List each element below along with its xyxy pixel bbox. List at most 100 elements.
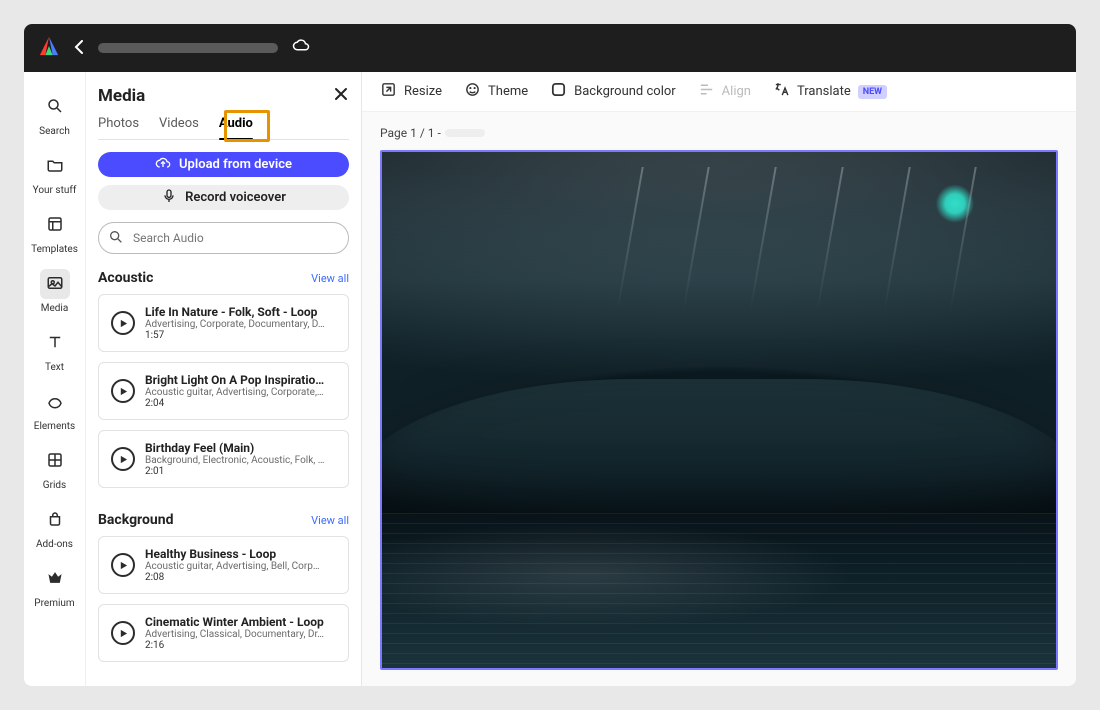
audio-track[interactable]: Birthday Feel (Main) Background, Electro… xyxy=(98,430,349,488)
tool-label: Align xyxy=(722,84,751,99)
media-panel: Media Photos Videos Audio Upload from de… xyxy=(86,72,362,686)
rail-item-addons[interactable]: Add-ons xyxy=(28,499,82,556)
track-duration: 2:04 xyxy=(145,398,325,409)
tab-audio[interactable]: Audio xyxy=(219,116,253,139)
tool-label: Resize xyxy=(404,84,442,99)
translate-icon xyxy=(773,81,790,102)
theme-icon xyxy=(464,81,481,102)
microphone-icon xyxy=(161,188,177,208)
track-title: Bright Light On A Pop Inspiratio… xyxy=(145,373,325,387)
rail-label: Your stuff xyxy=(33,185,77,196)
audio-track[interactable]: Cinematic Winter Ambient - Loop Advertis… xyxy=(98,604,349,662)
new-badge: NEW xyxy=(858,85,887,99)
canvas-viewport[interactable]: Page 1 / 1 - xyxy=(362,112,1076,686)
grids-icon xyxy=(46,451,64,472)
view-all-link[interactable]: View all xyxy=(311,514,349,527)
top-bar xyxy=(24,24,1076,72)
translate-tool[interactable]: Translate NEW xyxy=(773,81,887,102)
back-button[interactable] xyxy=(74,39,84,58)
track-title: Healthy Business - Loop xyxy=(145,547,325,561)
section-title: Acoustic xyxy=(98,270,153,286)
resize-icon xyxy=(380,81,397,102)
audio-track[interactable]: Bright Light On A Pop Inspiratio… Acoust… xyxy=(98,362,349,420)
track-duration: 2:01 xyxy=(145,466,324,477)
tab-photos[interactable]: Photos xyxy=(98,116,139,139)
rail-label: Premium xyxy=(34,598,74,609)
background-color-icon xyxy=(550,81,567,102)
rail-label: Grids xyxy=(43,480,66,491)
view-all-link[interactable]: View all xyxy=(311,272,349,285)
track-title: Cinematic Winter Ambient - Loop xyxy=(145,615,324,629)
left-rail: Search Your stuff Templates Media Text E… xyxy=(24,72,86,686)
play-button[interactable] xyxy=(111,379,135,403)
addons-icon xyxy=(46,510,64,531)
rail-label: Search xyxy=(39,126,70,137)
rail-label: Templates xyxy=(31,244,78,255)
audio-track[interactable]: Life In Nature - Folk, Soft - Loop Adver… xyxy=(98,294,349,352)
theme-tool[interactable]: Theme xyxy=(464,81,528,102)
text-icon xyxy=(46,333,64,354)
resize-tool[interactable]: Resize xyxy=(380,81,442,102)
close-icon[interactable] xyxy=(333,86,349,106)
search-icon xyxy=(46,97,64,118)
search-icon xyxy=(108,229,124,245)
page-indicator: Page 1 / 1 - xyxy=(380,126,1058,140)
canvas-image[interactable] xyxy=(382,152,1056,668)
track-duration: 2:08 xyxy=(145,572,325,583)
rail-item-search[interactable]: Search xyxy=(28,86,82,143)
play-button[interactable] xyxy=(111,621,135,645)
track-tags: Background, Electronic, Acoustic, Folk, … xyxy=(145,455,324,466)
rail-item-yourstuff[interactable]: Your stuff xyxy=(28,145,82,202)
track-tags: Acoustic guitar, Advertising, Corporate,… xyxy=(145,387,325,398)
app-logo-icon xyxy=(38,35,60,61)
rail-label: Elements xyxy=(34,421,75,432)
track-duration: 1:57 xyxy=(145,330,325,341)
tool-label: Background color xyxy=(574,84,676,99)
record-voiceover-button[interactable]: Record voiceover xyxy=(98,185,349,210)
play-button[interactable] xyxy=(111,311,135,335)
rail-item-grids[interactable]: Grids xyxy=(28,440,82,497)
rail-item-media[interactable]: Media xyxy=(28,263,82,320)
media-icon xyxy=(46,274,64,295)
background-color-tool[interactable]: Background color xyxy=(550,81,676,102)
align-icon xyxy=(698,81,715,102)
rail-item-premium[interactable]: Premium xyxy=(28,558,82,615)
play-button[interactable] xyxy=(111,553,135,577)
cloud-sync-icon[interactable] xyxy=(292,37,310,59)
rail-label: Add-ons xyxy=(36,539,73,550)
page-name-placeholder xyxy=(445,129,485,137)
canvas-frame[interactable] xyxy=(380,150,1058,670)
rail-item-templates[interactable]: Templates xyxy=(28,204,82,261)
templates-icon xyxy=(46,215,64,236)
document-title-placeholder[interactable] xyxy=(98,43,278,53)
upload-label: Upload from device xyxy=(179,157,292,172)
rail-label: Text xyxy=(45,362,64,373)
media-tabs: Photos Videos Audio xyxy=(98,116,349,140)
play-button[interactable] xyxy=(111,447,135,471)
elements-icon xyxy=(46,392,64,413)
align-tool: Align xyxy=(698,81,751,102)
rail-item-elements[interactable]: Elements xyxy=(28,381,82,438)
tool-label: Theme xyxy=(488,84,528,99)
record-label: Record voiceover xyxy=(185,190,286,205)
track-title: Birthday Feel (Main) xyxy=(145,441,324,455)
section-title: Background xyxy=(98,512,173,528)
canvas-area: Resize Theme Background color Align Tran… xyxy=(362,72,1076,686)
track-tags: Advertising, Classical, Documentary, Dr… xyxy=(145,629,324,640)
premium-icon xyxy=(46,569,64,590)
tool-label: Translate xyxy=(797,84,851,99)
rail-label: Media xyxy=(41,303,69,314)
panel-title: Media xyxy=(98,86,145,106)
upload-from-device-button[interactable]: Upload from device xyxy=(98,152,349,177)
track-tags: Acoustic guitar, Advertising, Bell, Corp… xyxy=(145,561,325,572)
track-duration: 2:16 xyxy=(145,640,324,651)
audio-track[interactable]: Healthy Business - Loop Acoustic guitar,… xyxy=(98,536,349,594)
main-area: Search Your stuff Templates Media Text E… xyxy=(24,72,1076,686)
canvas-toolbar: Resize Theme Background color Align Tran… xyxy=(362,72,1076,112)
track-title: Life In Nature - Folk, Soft - Loop xyxy=(145,305,325,319)
tab-videos[interactable]: Videos xyxy=(159,116,199,139)
rail-item-text[interactable]: Text xyxy=(28,322,82,379)
folder-icon xyxy=(46,156,64,177)
app-window: Search Your stuff Templates Media Text E… xyxy=(24,24,1076,686)
search-audio-input[interactable] xyxy=(98,222,349,254)
